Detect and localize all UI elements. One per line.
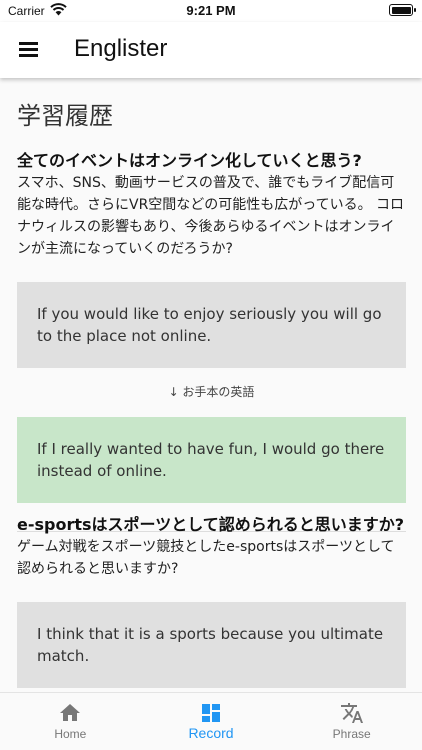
app-bar: Englister: [0, 22, 422, 78]
entry-description: ゲーム対戦をスポーツ競技としたe-sportsはスポーツとして認められると思いま…: [17, 539, 395, 577]
nav-record-label: Record: [188, 725, 234, 741]
dashboard-icon: [202, 704, 220, 722]
model-answer: If I really wanted to have fun, I would …: [17, 417, 406, 503]
app-title: Englister: [74, 35, 168, 62]
record-content[interactable]: 学習履歴 全てのイベントはオンライン化していくと思う? スマホ、SNS、動画サー…: [0, 78, 422, 692]
user-answer: If you would like to enjoy seriously you…: [17, 282, 406, 368]
user-answer: I think that it is a sports because you …: [17, 602, 406, 688]
model-answer-label: ↓ お手本の英語: [168, 385, 255, 399]
nav-home-label: Home: [54, 727, 87, 741]
nav-record[interactable]: Record: [141, 693, 282, 750]
bottom-nav: Home Record Phrase: [0, 692, 422, 750]
history-entry: e-sportsはスポーツとして認められると思いますか? ゲーム対戦をスポーツ競…: [17, 514, 406, 688]
nav-phrase-label: Phrase: [332, 727, 371, 741]
section-title: 学習履歴: [17, 102, 113, 130]
entry-question: e-sportsはスポーツとして認められると思いますか?: [17, 515, 405, 534]
status-bar: Carrier 9:21 PM: [0, 0, 422, 22]
battery-icon: [389, 4, 416, 16]
history-entry: 全てのイベントはオンライン化していくと思う? スマホ、SNS、動画サービスの普及…: [17, 150, 406, 532]
translate-icon: [340, 703, 363, 723]
entry-question: 全てのイベントはオンライン化していくと思う?: [17, 151, 362, 170]
entry-description: スマホ、SNS、動画サービスの普及で、誰でもライブ配信可能な時代。さらにVR空間…: [17, 175, 405, 257]
home-icon: [60, 704, 81, 721]
status-time: 9:21 PM: [186, 3, 236, 18]
menu-icon[interactable]: [19, 42, 38, 57]
nav-phrase[interactable]: Phrase: [281, 693, 422, 750]
nav-home[interactable]: Home: [0, 693, 141, 750]
